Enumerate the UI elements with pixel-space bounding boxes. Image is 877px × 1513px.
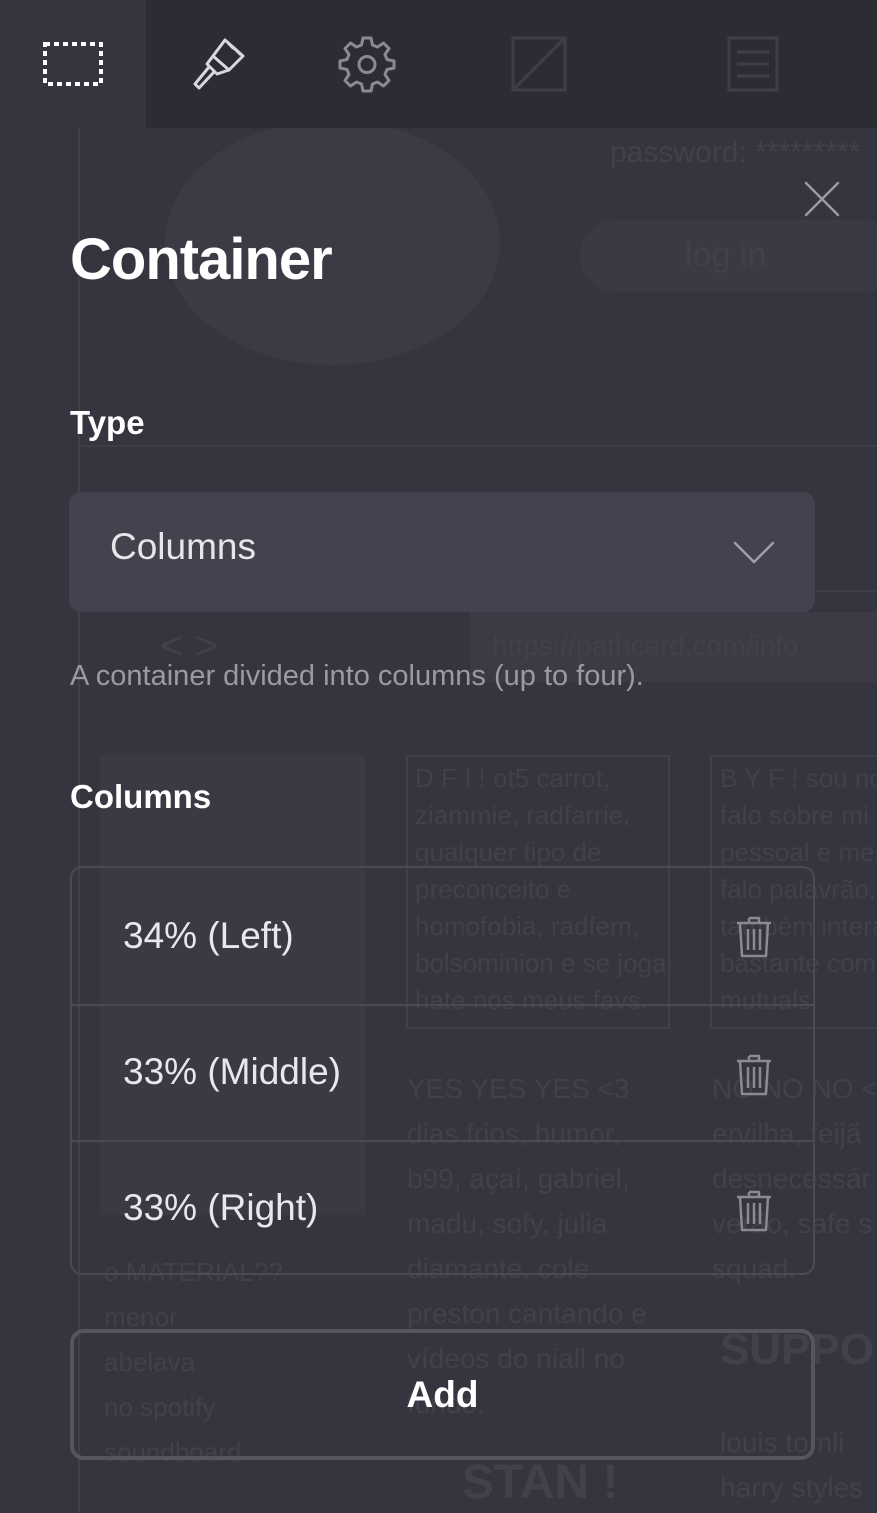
background-heading: STAN ! [462, 1456, 619, 1509]
type-select[interactable]: Columns [69, 492, 815, 612]
type-label: Type [70, 404, 145, 441]
column-label: 34% (Left) [123, 915, 294, 956]
column-row-left[interactable]: 34% (Left) [72, 868, 813, 1004]
add-column-button[interactable]: Add [70, 1329, 815, 1460]
column-row-middle[interactable]: 33% (Middle) [72, 1004, 813, 1140]
background-divider [80, 445, 877, 447]
tab-list[interactable] [680, 0, 826, 128]
panel-title: Container [70, 227, 333, 292]
trash-icon [737, 1054, 771, 1096]
column-label: 33% (Right) [123, 1187, 319, 1228]
tab-container[interactable] [0, 0, 146, 128]
trash-icon [737, 1190, 771, 1232]
delete-column-button[interactable] [732, 1050, 776, 1098]
type-select-value: Columns [110, 526, 256, 567]
background-login-text: log in [685, 236, 767, 274]
brush-icon [193, 38, 245, 90]
chevron-down-icon [733, 541, 775, 564]
column-row-right[interactable]: 33% (Right) [72, 1140, 813, 1273]
columns-list: 34% (Left) 33% (Middle) 33% (Right) [70, 866, 815, 1275]
type-description: A container divided into columns (up to … [70, 660, 644, 692]
close-icon [804, 181, 840, 217]
tab-settings[interactable] [294, 0, 440, 128]
close-button[interactable] [794, 171, 850, 227]
delete-column-button[interactable] [732, 912, 776, 960]
column-label: 33% (Middle) [123, 1051, 341, 1092]
tab-media[interactable] [466, 0, 612, 128]
trash-icon [737, 916, 771, 958]
columns-label: Columns [70, 778, 212, 815]
gear-icon [338, 36, 396, 93]
delete-column-button[interactable] [732, 1186, 776, 1234]
add-button-label: Add [406, 1373, 479, 1415]
list-icon [727, 36, 779, 92]
image-icon [511, 36, 567, 92]
editor-toolbar [0, 0, 877, 128]
background-url-text: https://pathcard.com/info [492, 630, 799, 661]
background-password-text: password: ********* [610, 136, 861, 169]
tab-style[interactable] [146, 0, 292, 128]
selection-icon [43, 42, 103, 86]
